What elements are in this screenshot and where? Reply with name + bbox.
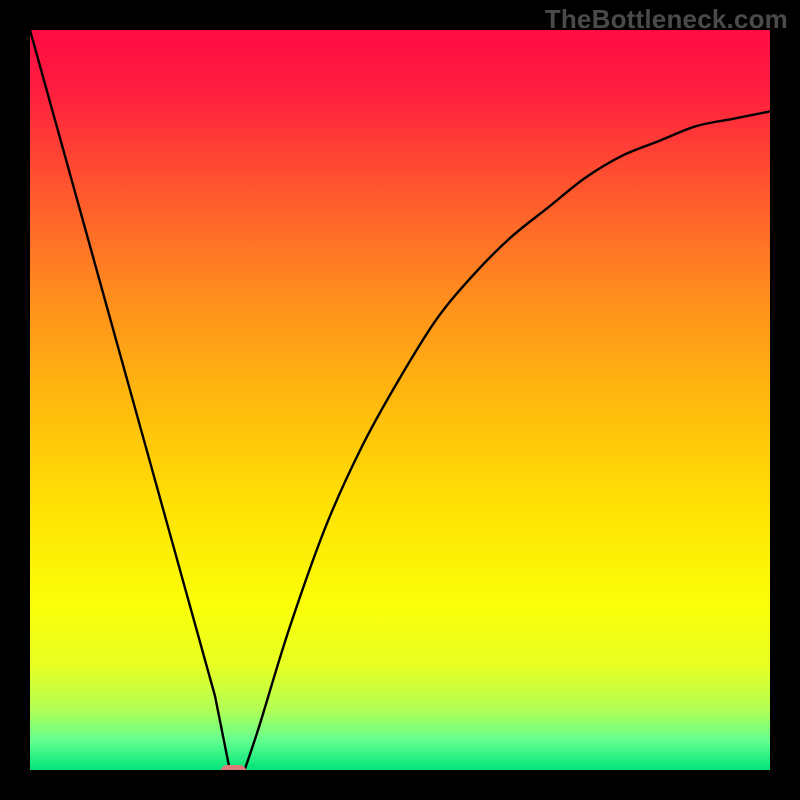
chart-svg	[30, 30, 770, 770]
chart-frame: TheBottleneck.com	[0, 0, 800, 800]
minimum-marker	[221, 765, 247, 770]
plot-area	[30, 30, 770, 770]
watermark-text: TheBottleneck.com	[545, 4, 788, 35]
